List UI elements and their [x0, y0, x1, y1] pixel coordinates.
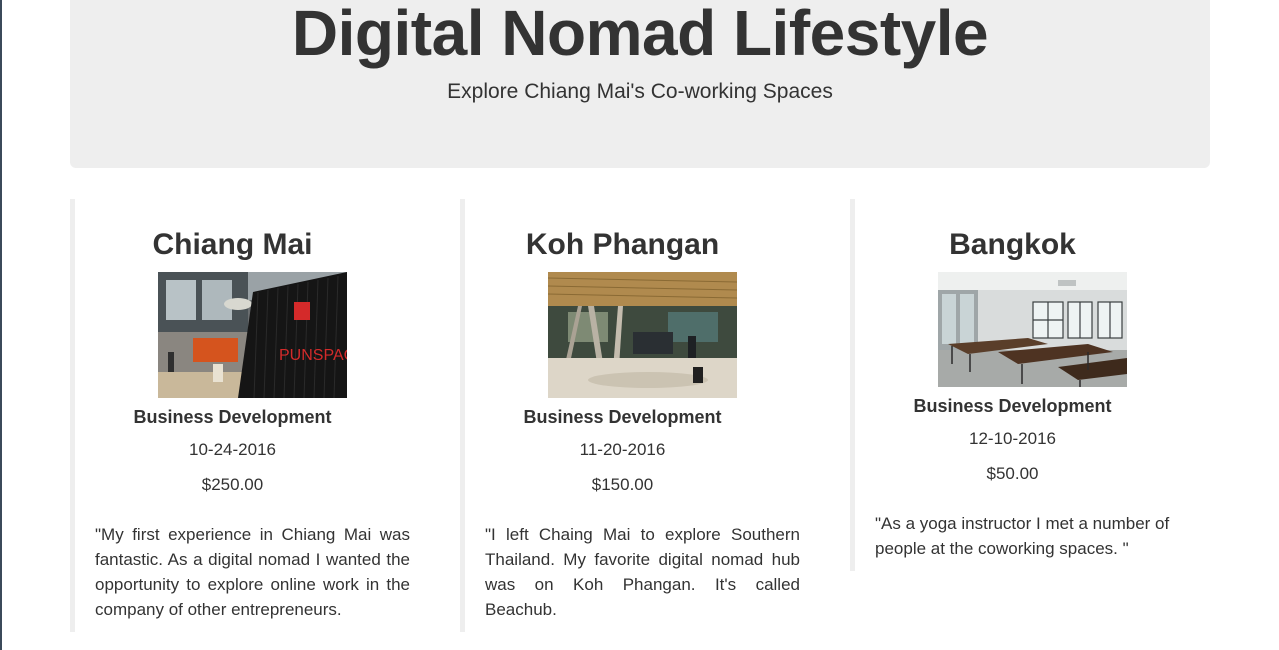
- card-price: $150.00: [591, 475, 654, 494]
- coworking-photo-bangkok-icon: [938, 272, 1127, 387]
- jumbotron-header: Digital Nomad Lifestyle Explore Chiang M…: [70, 0, 1210, 168]
- card-price: $50.00: [986, 464, 1039, 483]
- card-city-title: Koh Phangan: [525, 228, 720, 261]
- punspace-sign: PUNSPACE: [279, 347, 347, 364]
- card-koh-phangan: Koh Phangan Business Development 11-20-2…: [460, 199, 800, 632]
- page-title: Digital Nomad Lifestyle: [291, 0, 989, 69]
- card-city-title: Chiang Mai: [152, 228, 313, 261]
- card-bangkok: Bangkok Business Development 12-10-2016 …: [850, 199, 1170, 571]
- card-category: Business Development: [133, 407, 332, 427]
- card-date: 12-10-2016: [969, 429, 1056, 448]
- coworking-photo-punspace-icon: PUNSPACE: [158, 272, 347, 398]
- card-price: $250.00: [201, 475, 264, 494]
- card-date: 11-20-2016: [579, 440, 666, 459]
- coworking-photo-beachub-icon: [548, 272, 737, 398]
- card-quote: "As a yoga instructor I met a number of …: [875, 514, 1170, 558]
- window-left-edge: [0, 0, 2, 650]
- card-chiang-mai: Chiang Mai PUNSPA Business Development 1…: [70, 199, 410, 632]
- card-date: 10-24-2016: [189, 440, 276, 459]
- card-quote: "My first experience in Chiang Mai was f…: [95, 525, 410, 619]
- card-category: Business Development: [913, 396, 1112, 416]
- card-category: Business Development: [523, 407, 722, 427]
- card-quote: "I left Chaing Mai to explore Southern T…: [485, 525, 800, 619]
- card-city-title: Bangkok: [949, 228, 1076, 261]
- page-subtitle: Explore Chiang Mai's Co-working Spaces: [447, 80, 833, 103]
